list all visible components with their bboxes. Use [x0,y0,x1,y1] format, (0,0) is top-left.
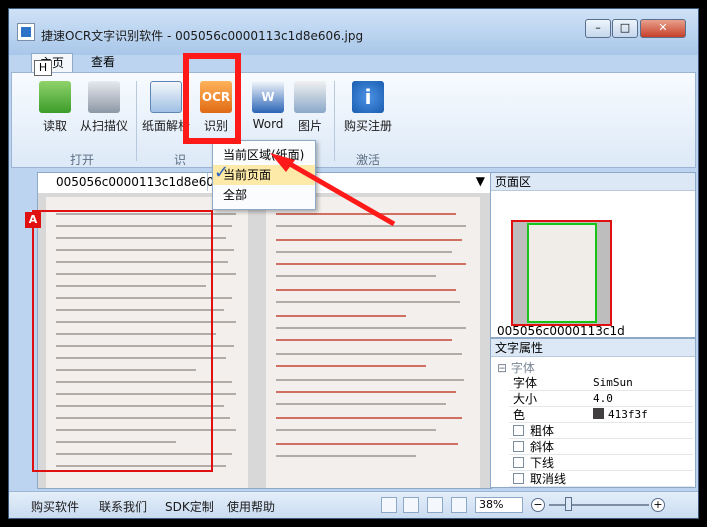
pages-panel: 页面区 005056c0000113c1d [490,172,696,338]
scan-label: 从扫描仪 [79,119,128,133]
zoom-slider-handle[interactable] [565,497,572,511]
strikethrough-checkbox[interactable]: 取消线 [509,471,693,487]
picture-button[interactable]: 图片 [294,81,326,134]
keytip-badge: H [34,60,52,76]
ribbon-separator [334,81,335,161]
font-section-header[interactable]: ⊟ 字体 [497,359,535,376]
strikethrough-label: 取消线 [530,472,567,486]
property-size[interactable]: 大小 4.0 [509,391,693,407]
property-value: SimSun [593,376,633,389]
word-icon: W [252,81,284,113]
view-mode-4-icon[interactable] [451,497,467,513]
zoom-slider[interactable] [549,504,649,506]
document-tab[interactable]: 005056c0000113c1d8e606.jpg [38,173,244,191]
ribbon: 读取 从扫描仪 打开 纸面解析 OCR 识别 W Word 图片 识 i 购买注… [11,72,696,168]
property-value: 4.0 [593,392,613,405]
zoom-out-button[interactable]: − [531,498,545,512]
property-color[interactable]: 色 413f3f [509,407,693,423]
picture-label: 图片 [297,119,322,133]
view-mode-1-icon[interactable] [381,497,397,513]
help-link[interactable]: 使用帮助 [227,498,275,515]
property-font[interactable]: 字体 SimSun [509,375,693,391]
checkbox-icon [513,473,524,484]
bold-label: 粗体 [530,424,555,438]
thumbnail-label: 005056c0000113c1d [497,324,625,338]
text-region-marker[interactable]: A [25,212,41,228]
selection-region[interactable] [32,210,213,472]
font-section-label: 字体 [510,361,535,375]
zoom-select[interactable]: 38% [475,497,523,513]
chevron-down-icon[interactable]: ▼ [476,174,485,188]
checkbox-icon [513,441,524,452]
zoom-in-button[interactable]: + [651,498,665,512]
status-bar: 购买软件 联系我们 SDK定制 使用帮助 38% − + [9,491,698,518]
bold-checkbox[interactable]: 粗体 [509,423,693,439]
menu-item-all[interactable]: 全部 [213,185,315,205]
minimize-button[interactable]: – [585,19,611,38]
view-mode-2-icon[interactable] [403,497,419,513]
recognized-page [266,197,480,488]
contact-us-link[interactable]: 联系我们 [99,498,147,515]
buy-register-button[interactable]: i 购买注册 [342,81,394,134]
color-value: 413f3f [608,408,648,421]
maximize-button[interactable]: □ [612,19,638,38]
ribbon-separator [136,81,137,161]
group-activate-label: 激活 [356,153,381,167]
color-swatch [593,408,604,419]
buy-software-link[interactable]: 购买软件 [31,498,79,515]
property-value: 413f3f [593,407,648,423]
italic-label: 斜体 [530,440,555,454]
close-button[interactable]: ✕ [640,19,686,38]
text-properties-panel: 文字属性 ⊟ 字体 字体 SimSun 大小 4.0 色 413f3f 粗体 斜… [490,338,696,488]
thumbnail-viewport[interactable] [527,223,597,323]
read-icon [39,81,71,113]
checkmark-icon: ✓ [214,162,230,183]
word-label: Word [252,117,284,131]
scan-button[interactable]: 从扫描仪 [74,81,134,134]
read-button[interactable]: 读取 [38,81,72,134]
ocr-annotation-box [183,53,241,144]
buy-register-label: 购买注册 [343,119,392,133]
window-title: 捷速OCR文字识别软件 - 005056c0000113c1d8e606.jpg [41,29,364,43]
underline-label: 下线 [530,456,555,470]
layout-parse-icon [150,81,182,113]
underline-checkbox[interactable]: 下线 [509,455,693,471]
checkbox-icon [513,425,524,436]
word-button[interactable]: W Word [248,81,288,131]
info-icon: i [352,81,384,113]
tab-view[interactable]: 查看 [83,53,123,73]
properties-panel-title: 文字属性 [491,339,695,357]
picture-icon [294,81,326,113]
property-key: 大小 [513,392,538,406]
view-mode-3-icon[interactable] [427,497,443,513]
group-open-label: 打开 [70,153,95,167]
read-label: 读取 [42,119,67,133]
pages-panel-title: 页面区 [491,173,695,191]
ribbon-tabs: 主页 查看 [9,49,698,73]
scanner-icon [88,81,120,113]
property-key: 色 [513,408,526,422]
italic-checkbox[interactable]: 斜体 [509,439,693,455]
app-icon [17,23,35,41]
property-key: 字体 [513,376,538,390]
group-recognize-label: 识 [174,153,187,167]
checkbox-icon [513,457,524,468]
sdk-custom-link[interactable]: SDK定制 [165,498,214,515]
